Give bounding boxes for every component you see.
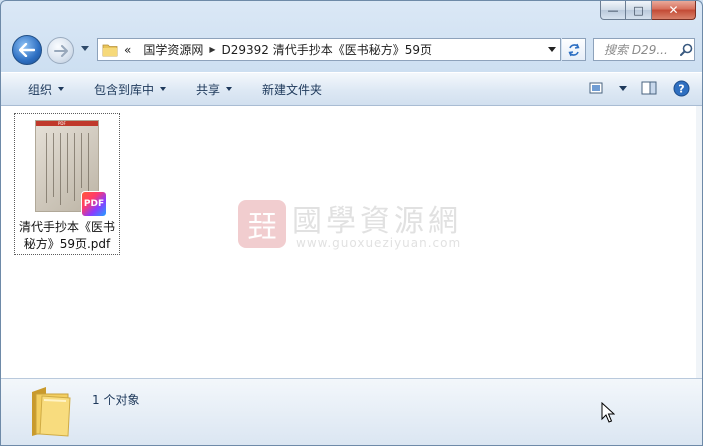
search-icon[interactable] [680, 43, 693, 56]
address-bar[interactable]: « 国学资源网 ▶ D29392 清代手抄本《医书秘方》59页 [97, 38, 561, 61]
refresh-icon [567, 43, 580, 56]
thumbnail-pdf-mark: PDF [58, 121, 66, 126]
include-in-library-menu[interactable]: 包含到库中 [83, 76, 177, 102]
mouse-cursor-icon [601, 402, 615, 423]
new-folder-label: 新建文件夹 [262, 82, 323, 97]
folder-icon [102, 44, 118, 56]
explorer-window: — □ ✕ « 国学资源网 ▶ D29392 清代手抄本《医书秘方》59页 搜索… [0, 0, 703, 446]
file-name-label: 清代手抄本《医书秘方》59页.pdf [18, 220, 115, 251]
file-list-pane[interactable]: PDF PDF 清代手抄本《医书秘方》59页.pdf 㠭 國學資源網 www.g… [1, 106, 702, 378]
watermark: 㠭 國學資源網 www.guoxueziyuan.com [238, 196, 478, 256]
breadcrumb-item-current[interactable]: D29392 清代手抄本《医书秘方》59页 [216, 41, 439, 58]
pdf-app-icon: PDF [81, 191, 107, 217]
arrow-left-icon [19, 43, 35, 57]
change-view-button[interactable] [586, 77, 608, 99]
help-icon: ? [673, 80, 689, 96]
help-button[interactable]: ? [670, 77, 692, 99]
navigation-bar: « 国学资源网 ▶ D29392 清代手抄本《医书秘方》59页 [1, 31, 702, 71]
watermark-url: www.guoxueziyuan.com [296, 236, 462, 250]
folder-icon [32, 387, 71, 437]
view-icon [589, 82, 603, 94]
svg-text:?: ? [678, 82, 684, 95]
item-count: 1 个对象 [92, 393, 140, 407]
close-button[interactable]: ✕ [652, 1, 696, 20]
right-scroll-edge [696, 106, 702, 378]
chevron-down-icon [619, 85, 627, 91]
details-pane: 1 个对象 [1, 378, 702, 445]
organize-label: 组织 [28, 82, 53, 97]
search-input[interactable] [602, 41, 680, 58]
preview-pane-icon [641, 81, 657, 95]
share-label: 共享 [196, 82, 221, 97]
breadcrumb-overflow[interactable]: « [118, 43, 137, 57]
address-dropdown[interactable] [548, 47, 556, 52]
file-item[interactable]: PDF PDF 清代手抄本《医书秘方》59页.pdf [14, 113, 120, 255]
chevron-down-icon [226, 87, 233, 91]
recent-pages-dropdown[interactable] [81, 46, 89, 51]
refresh-button[interactable] [562, 38, 586, 61]
chevron-down-icon [58, 87, 65, 91]
share-menu[interactable]: 共享 [185, 76, 243, 102]
search-box [593, 38, 695, 61]
breadcrumb-item[interactable]: 国学资源网 [137, 41, 209, 58]
view-dropdown[interactable] [618, 77, 628, 99]
command-bar: 组织 包含到库中 共享 新建文件夹 ? [1, 72, 702, 106]
caption-buttons: — □ ✕ [600, 1, 696, 21]
forward-button[interactable] [47, 37, 74, 64]
chevron-down-icon [160, 87, 167, 91]
new-folder-button[interactable]: 新建文件夹 [251, 76, 333, 102]
thumbnail-header-bar [36, 121, 98, 126]
watermark-title: 國學資源網 [292, 204, 462, 239]
arrow-right-icon [53, 44, 68, 57]
preview-pane-button[interactable] [638, 77, 660, 99]
watermark-seal-logo: 㠭 [238, 200, 286, 248]
include-in-library-label: 包含到库中 [94, 82, 155, 97]
organize-menu[interactable]: 组织 [17, 76, 75, 102]
minimize-button[interactable]: — [600, 1, 626, 20]
view-controls: ? [586, 77, 692, 99]
maximize-button[interactable]: □ [626, 1, 652, 20]
back-button[interactable] [12, 35, 42, 65]
